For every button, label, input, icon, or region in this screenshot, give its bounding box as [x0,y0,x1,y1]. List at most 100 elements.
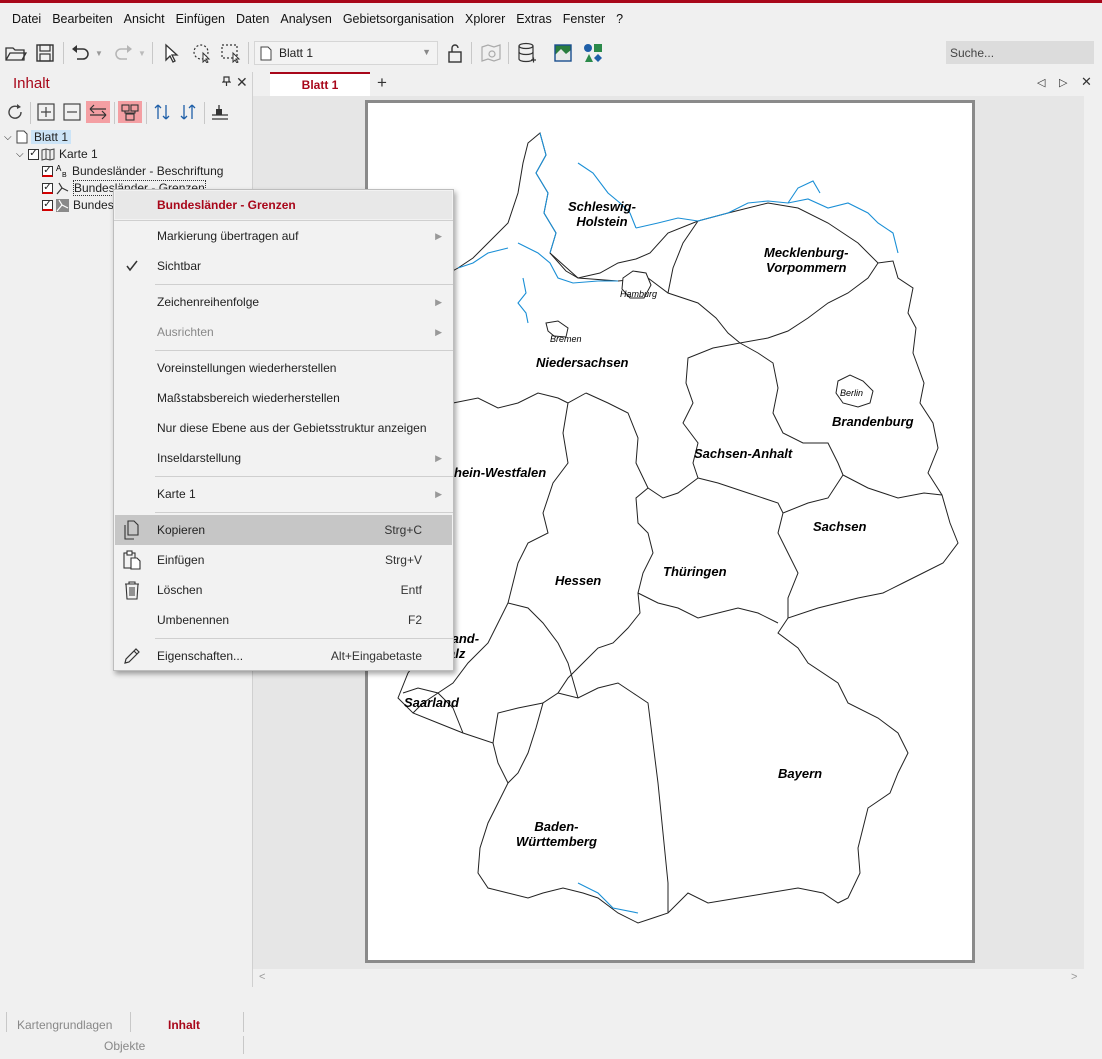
tab-objekte[interactable]: Objekte [104,1039,145,1053]
select-pointer-icon[interactable] [158,40,184,66]
menu-item-shortcut: Alt+Eingabetaste [330,649,422,663]
redo-icon[interactable] [110,40,136,66]
tree-label-blatt[interactable]: Blatt 1 [31,130,72,144]
horizontal-scrollbar[interactable]: < > [253,969,1102,987]
menu-item-karte[interactable]: Karte 1 ▶ [115,480,452,508]
menu-item-label: Voreinstellungen wiederherstellen [157,361,337,375]
expand-all-icon[interactable] [34,101,58,123]
sheet-selector[interactable]: Blatt 1 ▼ [254,41,438,65]
menu-extras[interactable]: Extras [516,12,551,26]
collapse-all-icon[interactable] [60,101,84,123]
vertical-scrollbar[interactable]: ▼ [1084,96,1102,984]
database-icon[interactable] [514,40,540,66]
menu-datei[interactable]: Datei [12,12,41,26]
tree-label-layer[interactable]: Bundes [73,198,114,212]
label-text: Schleswig- Holstein [568,199,636,229]
tree-node-layer-labels[interactable]: ✓ AB Bundesländer - Beschriftung [42,163,223,179]
menu-item-kopieren[interactable]: Kopieren Strg+C [115,515,452,545]
label-text: Baden- Württemberg [516,819,597,849]
menu-item-zeichenreihenfolge[interactable]: Zeichenreihenfolge ▶ [115,288,452,316]
map-layer-icon[interactable] [550,40,576,66]
pin-icon[interactable] [221,76,232,90]
menu-item-einfuegen[interactable]: Einfügen Strg+V [115,546,452,574]
menu-item-inseldarstellung[interactable]: Inseldarstellung ▶ [115,444,452,472]
visibility-checkbox[interactable]: ✓ [42,199,53,211]
menu-item-markierung[interactable]: Markierung übertragen auf ▶ [115,222,452,250]
menu-item-label: Nur diese Ebene aus der Gebietsstruktur … [157,421,427,435]
menu-help[interactable]: ? [616,12,623,26]
panel-bottom-tabs: Kartengrundlagen Inhalt Objekte [0,1012,252,1059]
menu-item-umbenennen[interactable]: Umbenennen F2 [115,606,452,634]
trash-icon [121,579,143,601]
lock-icon[interactable] [442,40,468,66]
tab-inhalt[interactable]: Inhalt [168,1018,200,1032]
paste-icon [121,549,143,571]
menu-xplorer[interactable]: Xplorer [465,12,505,26]
map-icon [41,147,55,161]
tree-node-layer-areas[interactable]: ✓ Bundes [42,197,114,213]
menu-analysen[interactable]: Analysen [280,12,331,26]
visibility-checkbox[interactable]: ✓ [28,148,39,160]
scroll-right-icon[interactable]: > [1071,971,1077,983]
menu-separator [155,284,453,285]
menu-daten[interactable]: Daten [236,12,269,26]
sort-down-up-icon[interactable] [176,101,200,123]
label-baden-wuerttemberg: Baden- Württemberg [516,819,597,849]
close-tab-icon[interactable]: ✕ [1081,74,1092,90]
menu-bearbeiten[interactable]: Bearbeiten [52,12,112,26]
menu-item-label: Zeichenreihenfolge [157,295,260,309]
visibility-checkbox[interactable]: ✓ [42,165,53,177]
layer-settings-icon[interactable] [208,101,232,123]
tab-divider [243,1012,244,1032]
menu-item-shortcut: Strg+C [384,523,422,537]
structure-icon[interactable] [118,101,142,123]
menu-item-label: Kopieren [157,523,206,537]
menu-einfuegen[interactable]: Einfügen [176,12,225,26]
collapse-chevron-icon[interactable]: ⌵ [4,132,16,143]
redo-dropdown-icon[interactable]: ▼ [136,40,148,66]
menu-item-loeschen[interactable]: Löschen Entf [115,576,452,604]
tree-label-karte[interactable]: Karte 1 [59,147,98,161]
menu-separator [155,476,453,477]
rect-select-icon[interactable] [218,40,244,66]
menu-item-nur-diese-ebene[interactable]: Nur diese Ebene aus der Gebietsstruktur … [115,414,452,442]
tree-label-layer[interactable]: Bundesländer - Beschriftung [72,164,223,178]
search-input[interactable] [946,41,1094,64]
tab-scroll-right-icon[interactable]: ▷ [1059,76,1067,89]
lasso-select-icon[interactable] [188,40,214,66]
refresh-icon[interactable] [3,101,27,123]
tab-kartengrundlagen[interactable]: Kartengrundlagen [17,1018,112,1032]
menu-item-massstabsbereich[interactable]: Maßstabsbereich wiederherstellen [115,384,452,412]
label-saarland: Saarland [404,695,459,710]
undo-dropdown-icon[interactable]: ▼ [93,40,105,66]
tree-node-karte[interactable]: ⌵ ✓ Karte 1 [16,146,98,162]
menu-gebietsorganisation[interactable]: Gebietsorganisation [343,12,454,26]
swap-arrows-icon[interactable] [86,101,110,123]
close-icon[interactable]: ✕ [236,74,248,91]
open-folder-icon[interactable] [3,40,29,66]
shapes-icon[interactable] [580,40,606,66]
tab-scroll-left-icon[interactable]: ◁ [1037,76,1045,89]
scroll-left-icon[interactable]: < [259,971,265,983]
tree-node-blatt[interactable]: ⌵ Blatt 1 [4,129,72,145]
menu-item-eigenschaften[interactable]: Eigenschaften... Alt+Eingabetaste [115,642,452,670]
menu-item-voreinstellungen[interactable]: Voreinstellungen wiederherstellen [115,354,452,382]
page-icon [260,46,272,61]
collapse-chevron-icon[interactable]: ⌵ [16,149,28,160]
map-sheet[interactable]: Schleswig- Holstein Mecklenburg- Vorpomm… [365,100,975,963]
panel-toolbar-separator [204,102,205,124]
menu-fenster[interactable]: Fenster [563,12,605,26]
menu-item-label: Markierung übertragen auf [157,229,299,243]
visibility-checkbox[interactable]: ✓ [42,182,53,194]
menu-ansicht[interactable]: Ansicht [124,12,165,26]
add-tab-button[interactable]: + [377,73,387,93]
menu-item-label: Einfügen [157,553,205,567]
menu-item-label: Umbenennen [157,613,230,627]
menu-item-sichtbar[interactable]: Sichtbar [115,252,452,280]
tab-blatt-1[interactable]: Blatt 1 [270,72,370,96]
map-search-icon[interactable] [478,40,504,66]
germany-map[interactable] [368,103,972,960]
undo-icon[interactable] [68,40,94,66]
save-icon[interactable] [32,40,58,66]
sort-up-down-icon[interactable] [150,101,174,123]
